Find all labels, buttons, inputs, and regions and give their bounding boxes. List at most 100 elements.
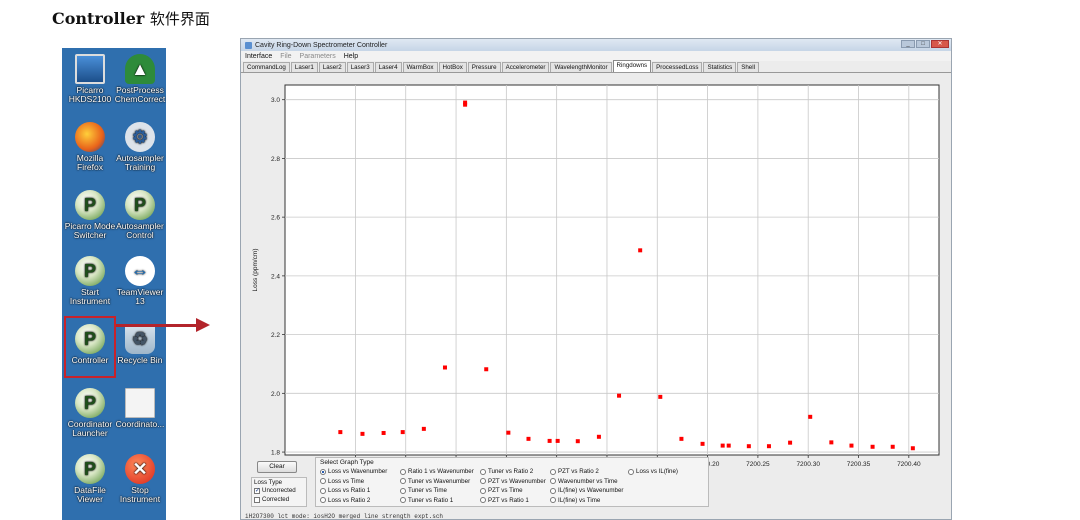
y-tick-label: 3.0 [271,97,280,104]
corrected-option[interactable]: Corrected [254,495,304,504]
graph-option-radio[interactable] [400,468,406,475]
graph-option-radio[interactable] [550,478,556,484]
menu-help[interactable]: Help [344,53,358,60]
desktop-icon-stop-instrument[interactable]: ✕ Stop Instrument [114,454,166,504]
graph-option-1[interactable]: Loss vs Time [320,478,364,485]
firefox-icon [75,122,105,152]
tab-statistics[interactable]: Statistics [703,62,737,72]
tab-laser2[interactable]: Laser2 [318,62,346,72]
graph-option-radio[interactable] [628,468,634,475]
graph-option-3[interactable]: Loss vs Ratio 2 [320,497,370,504]
tab-laser1[interactable]: Laser1 [290,62,318,72]
desktop-icon-postprocess[interactable]: ▲ PostProcess ChemCorrect [114,54,166,104]
clear-button[interactable]: Clear [257,461,297,473]
menu-interface[interactable]: Interface [245,53,272,60]
graph-option-5[interactable]: Tuner vs Wavenumber [400,478,470,485]
desktop-icon-label: HKDS2100 [68,94,112,104]
graph-option-2[interactable]: Loss vs Ratio 1 [320,487,370,494]
desktop-icon-label: 13 [135,296,145,306]
desktop-icon-autosampler-training[interactable]: ⚙ Autosampler Training [114,122,166,172]
plot-background [284,84,940,456]
uncorrected-option[interactable]: ✓ Uncorrected [254,486,304,495]
graph-option-radio[interactable] [320,478,326,484]
desktop-icon-recycle-bin[interactable]: ♻ Recycle Bin [114,324,166,365]
tree-icon: ▲ [125,54,155,84]
graph-option-radio[interactable] [320,497,326,503]
corrected-checkbox[interactable] [254,496,260,503]
recycle-bin-icon: ♻ [125,324,155,354]
data-point [788,440,793,445]
data-point [808,414,813,419]
tab-pressure[interactable]: Pressure [467,62,501,72]
data-point [506,430,511,435]
graph-option-4[interactable]: Ratio 1 vs Wavenumber [400,468,474,475]
plot-area: 7199.857199.907199.957200.007200.057200.… [243,75,949,485]
graph-option-9[interactable]: PZT vs Wavenumber [480,478,546,485]
graph-option-11[interactable]: PZT vs Ratio 1 [480,497,529,504]
menu-parameters[interactable]: Parameters [300,53,336,60]
tab-accelerometer[interactable]: Accelerometer [501,62,550,72]
maximize-button[interactable]: □ [916,40,930,48]
graph-option-16[interactable]: Loss vs IL(fine) [628,468,678,475]
window-titlebar[interactable]: Cavity Ring-Down Spectrometer Controller… [241,39,951,51]
graph-option-6[interactable]: Tuner vs Time [400,487,447,494]
desktop-icon-start-instrument[interactable]: P Start Instrument [64,256,116,306]
loss-type-group: Loss Type ✓ Uncorrected Corrected [251,477,307,507]
tab-shell[interactable]: Shell [737,62,759,72]
tab-ringdowns[interactable]: Ringdowns [612,60,652,72]
tab-warmbox[interactable]: WarmBox [402,62,438,72]
graph-option-radio[interactable] [320,468,326,475]
graph-option-10[interactable]: PZT vs Time [480,487,523,494]
graph-option-radio[interactable] [550,497,556,503]
desktop-icon-coordinator-file[interactable]: Coordinato... [114,388,166,429]
tab-hotbox[interactable]: HotBox [438,62,467,72]
graph-option-radio[interactable] [480,468,486,475]
uncorrected-checkbox[interactable]: ✓ [254,487,260,494]
graph-option-radio[interactable] [480,487,486,494]
desktop-icon-label: Switcher [73,230,107,240]
desktop-icon-firefox[interactable]: Mozilla Firefox [64,122,116,172]
data-point [890,444,895,449]
graph-option-radio[interactable] [400,478,406,484]
graph-option-13[interactable]: Wavenumber vs Time [550,478,618,485]
picarro-icon: P [125,190,155,220]
tab-laser3[interactable]: Laser3 [346,62,374,72]
graph-option-radio[interactable] [400,487,406,494]
tab-laser4[interactable]: Laser4 [374,62,402,72]
data-point [484,367,489,372]
close-button[interactable]: ✕ [931,40,949,48]
graph-option-radio[interactable] [480,478,486,484]
pointer-arrow-shaft [116,324,198,327]
graph-option-radio[interactable] [400,497,406,503]
desktop-icon-datafile-viewer[interactable]: P DataFile Viewer [64,454,116,504]
corrected-label: Corrected [262,496,290,503]
graph-option-8[interactable]: Tuner vs Ratio 2 [480,468,533,475]
data-point [360,431,365,436]
tab-processedloss[interactable]: ProcessedLoss [652,62,703,72]
data-point [463,102,468,107]
graph-option-radio[interactable] [550,487,556,494]
desktop-icon-coordinator-launcher[interactable]: P Coordinator Launcher [64,388,116,438]
data-point [617,393,622,398]
desktop-icon-mode-switcher[interactable]: P Picarro Mode Switcher [64,190,116,240]
desktop-icon-teamviewer[interactable]: ⇔ TeamViewer 13 [114,256,166,306]
graph-option-14[interactable]: IL(fine) vs Wavenumber [550,487,623,494]
data-point [555,438,560,443]
graph-option-15[interactable]: IL(fine) vs Time [550,497,600,504]
tab-commandlog[interactable]: CommandLog [243,62,290,72]
graph-option-7[interactable]: Tuner vs Ratio 1 [400,497,453,504]
graph-option-0[interactable]: Loss vs Wavenumber [320,468,387,475]
desktop-icon-autosampler-control[interactable]: P Autosampler Control [114,190,166,240]
graph-option-radio[interactable] [550,468,556,475]
data-point [442,365,447,370]
data-point [766,444,771,449]
menu-file[interactable]: File [280,53,291,60]
desktop-icon-label: Launcher [72,428,108,438]
teamviewer-icon: ⇔ [125,256,155,286]
tab-wavelengthmonitor[interactable]: WavelengthMonitor [550,62,612,72]
graph-option-12[interactable]: PZT vs Ratio 2 [550,468,599,475]
graph-option-radio[interactable] [320,487,326,494]
desktop-icon-picarro-hkds[interactable]: Picarro HKDS2100 [64,54,116,104]
graph-option-radio[interactable] [480,497,486,503]
minimize-button[interactable]: _ [901,40,915,48]
